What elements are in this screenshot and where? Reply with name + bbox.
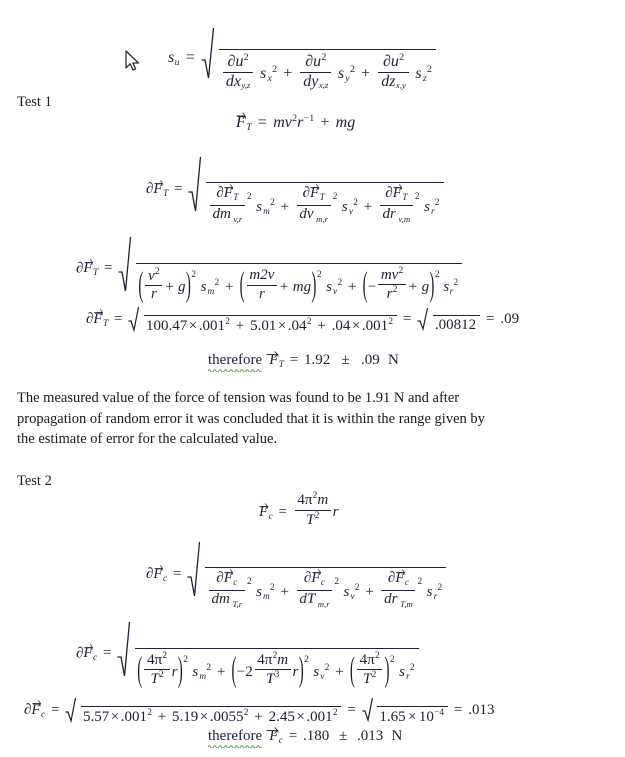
radicand: 5.57 × .0012 + 5.19 × .00552 + 2.45 × .0012	[81, 706, 342, 725]
vector-F-T: F	[93, 309, 103, 327]
radicand: ( v2 r + g)2 sm2 + ( m2v r + mg)2 sv2 + …	[136, 262, 463, 304]
fraction-du2-dx: ∂u2 dxy,z	[221, 52, 255, 91]
equation-force-tension-numeric: ∂ FT = 100.47 × .0012 + 5.01 × .042 + .04 × .0…	[86, 305, 519, 334]
fraction-dF-dm: ∂ FT dm v,r	[208, 183, 247, 224]
vector-F-c: F	[259, 502, 269, 520]
radicand: ∂ FT dm v,r 2 sm2 + ∂ FT dv m,r 2 sv2 + ∂ FT …	[206, 182, 444, 224]
equation-centripetal-force-expanded: ∂ Fc = ( 4π2 T2 r)2 sm2 + (−2 4π2m T3 r)…	[76, 620, 419, 689]
equation-centripetal-force-partials: ∂ Fc = ∂ Fc dm T,r 2 sm2 + ∂ Fc dT m,r 2 sv2	[146, 540, 447, 609]
document-page: su = ∂u2 dxy,z sx2 + ∂u2 dyx,z sy2 + ∂u2…	[0, 0, 625, 757]
square-root-group: ( 4π2 T2 r)2 sm2 + (−2 4π2m T3 r)2 sv2 +…	[117, 620, 419, 689]
radicand: ∂u2 dxy,z sx2 + ∂u2 dyx,z sy2 + ∂u2 dzx,…	[219, 48, 436, 91]
fraction-du2-dz: ∂u2 dzx,y	[376, 52, 410, 91]
square-root-group: ∂ Fc dm T,r 2 sm2 + ∂ Fc dT m,r 2 sv2 + ∂ Fc …	[187, 540, 447, 609]
equation-force-tension-expanded: ∂ FT = ( v2 r + g)2 sm2 + ( m2v r + mg)2…	[76, 235, 463, 304]
fraction-dFc-dT: ∂ Fc dT m,r	[295, 568, 334, 609]
vector-F-c: F	[31, 700, 41, 718]
grammar-flagged-word: therefore	[208, 353, 263, 372]
radicand: ∂ Fc dm T,r 2 sm2 + ∂ Fc dT m,r 2 sv2 + ∂ Fc …	[205, 567, 447, 609]
radical-sign	[187, 541, 201, 597]
square-root-group: 100.47 × .0012 + 5.01 × .042 + .04 × .0012	[128, 305, 398, 334]
radical-sign	[188, 156, 202, 212]
heading-test-2: Test 2	[17, 473, 52, 489]
symbol-s-subscript: u	[174, 57, 180, 69]
heading-test-1: Test 1	[17, 94, 52, 110]
vector-F-c: F	[83, 643, 93, 661]
paragraph-line-3: the estimate of error for the calculated…	[17, 431, 278, 448]
equation-force-tension-conclusion: therefore FT = 1.92 ± .09 N	[208, 350, 399, 372]
square-root-group: ∂ FT dm v,r 2 sm2 + ∂ FT dv m,r 2 sv2 + ∂ FT …	[188, 155, 444, 224]
vector-F-T: F	[153, 179, 163, 197]
plus-minus-sign: ±	[341, 352, 350, 368]
radical-sign	[417, 307, 429, 332]
fraction-du2-dy: ∂u2 dyx,z	[299, 52, 334, 91]
fraction-mv2-r2: mv2 r2	[376, 266, 407, 303]
paragraph-line-2: propagation of random error it was concl…	[17, 410, 485, 427]
fraction-4pi2m-T3: 4π2m T3	[253, 651, 293, 688]
grammar-squiggle-underline	[208, 744, 263, 748]
radical-sign	[362, 697, 373, 723]
vector-F-T: F	[83, 258, 93, 276]
fraction-4pi2-T2-b: 4π2 T2	[355, 651, 384, 688]
grammar-flagged-word: therefore	[208, 729, 263, 748]
grammar-squiggle-underline	[208, 368, 263, 372]
equation-force-tension-partials: ∂ FT = ∂ FT dm v,r 2 sm2 + ∂ FT dv m,r 2 sv2	[146, 155, 444, 224]
radical-sign	[117, 621, 131, 677]
vector-F-c: F	[266, 726, 279, 744]
vector-F-c: F	[153, 564, 163, 582]
vector-F-T: F	[236, 112, 247, 131]
paragraph-line-1: The measured value of the force of tensi…	[17, 390, 460, 406]
radicand: ( 4π2 T2 r)2 sm2 + (−2 4π2m T3 r)2 sv2 +…	[135, 647, 419, 689]
radical-sign	[65, 697, 77, 724]
fraction-dF-dv: ∂ FT dv m,r	[295, 183, 333, 224]
fraction-dFc-dr: ∂ Fc dr T,m	[380, 568, 418, 609]
square-root-group-inner: 1.65 × 10−4	[362, 697, 449, 725]
plus-minus-sign: ±	[339, 728, 348, 744]
mouse-pointer-icon	[125, 50, 141, 77]
paragraph-measured-value: The measured value of the force of tensi…	[17, 388, 597, 450]
coefficient-sx: s	[259, 65, 267, 82]
fraction-dF-dr: ∂ FT dr v,m	[378, 183, 415, 224]
square-root-group: ( v2 r + g)2 sm2 + ( m2v r + mg)2 sv2 + …	[118, 235, 463, 304]
vector-F-T: F	[266, 350, 279, 368]
fraction-dFc-dm: ∂ Fc dm T,r	[207, 568, 247, 609]
equals-sign: =	[185, 49, 195, 67]
square-root-group: ∂u2 dxy,z sx2 + ∂u2 dyx,z sy2 + ∂u2 dzx,…	[201, 26, 436, 91]
square-root-group-inner: .00812	[417, 306, 481, 333]
fraction-4pi2-T2: 4π2 T2	[143, 651, 172, 688]
radical-sign	[118, 236, 132, 292]
radical-sign	[128, 306, 140, 333]
fraction-m2v-r: m2v r	[245, 267, 279, 303]
square-root-group: 5.57 × .0012 + 5.19 × .00552 + 2.45 × .0012	[65, 696, 342, 725]
equation-force-tension-definition: FT = mv2r−1 + mg	[236, 112, 355, 133]
fraction-v2-r: v2 r	[144, 267, 165, 304]
coefficient-sy: s	[337, 65, 345, 82]
radicand: 100.47 × .0012 + 5.01 × .042 + .04 × .0012	[144, 315, 398, 334]
fraction-4pi2m-T2: 4π2m T2	[293, 491, 333, 528]
radical-sign	[201, 27, 215, 79]
equation-general-error-formula: su = ∂u2 dxy,z sx2 + ∂u2 dyx,z sy2 + ∂u2…	[168, 26, 436, 91]
equation-centripetal-force-numeric: ∂ Fc = 5.57 × .0012 + 5.19 × .00552 + 2.45 ×.…	[24, 696, 494, 725]
equation-centripetal-force-definition: Fc = 4π2m T2 r	[259, 491, 339, 528]
equation-centripetal-force-conclusion: therefore Fc = .180 ± .013 N	[208, 726, 402, 748]
